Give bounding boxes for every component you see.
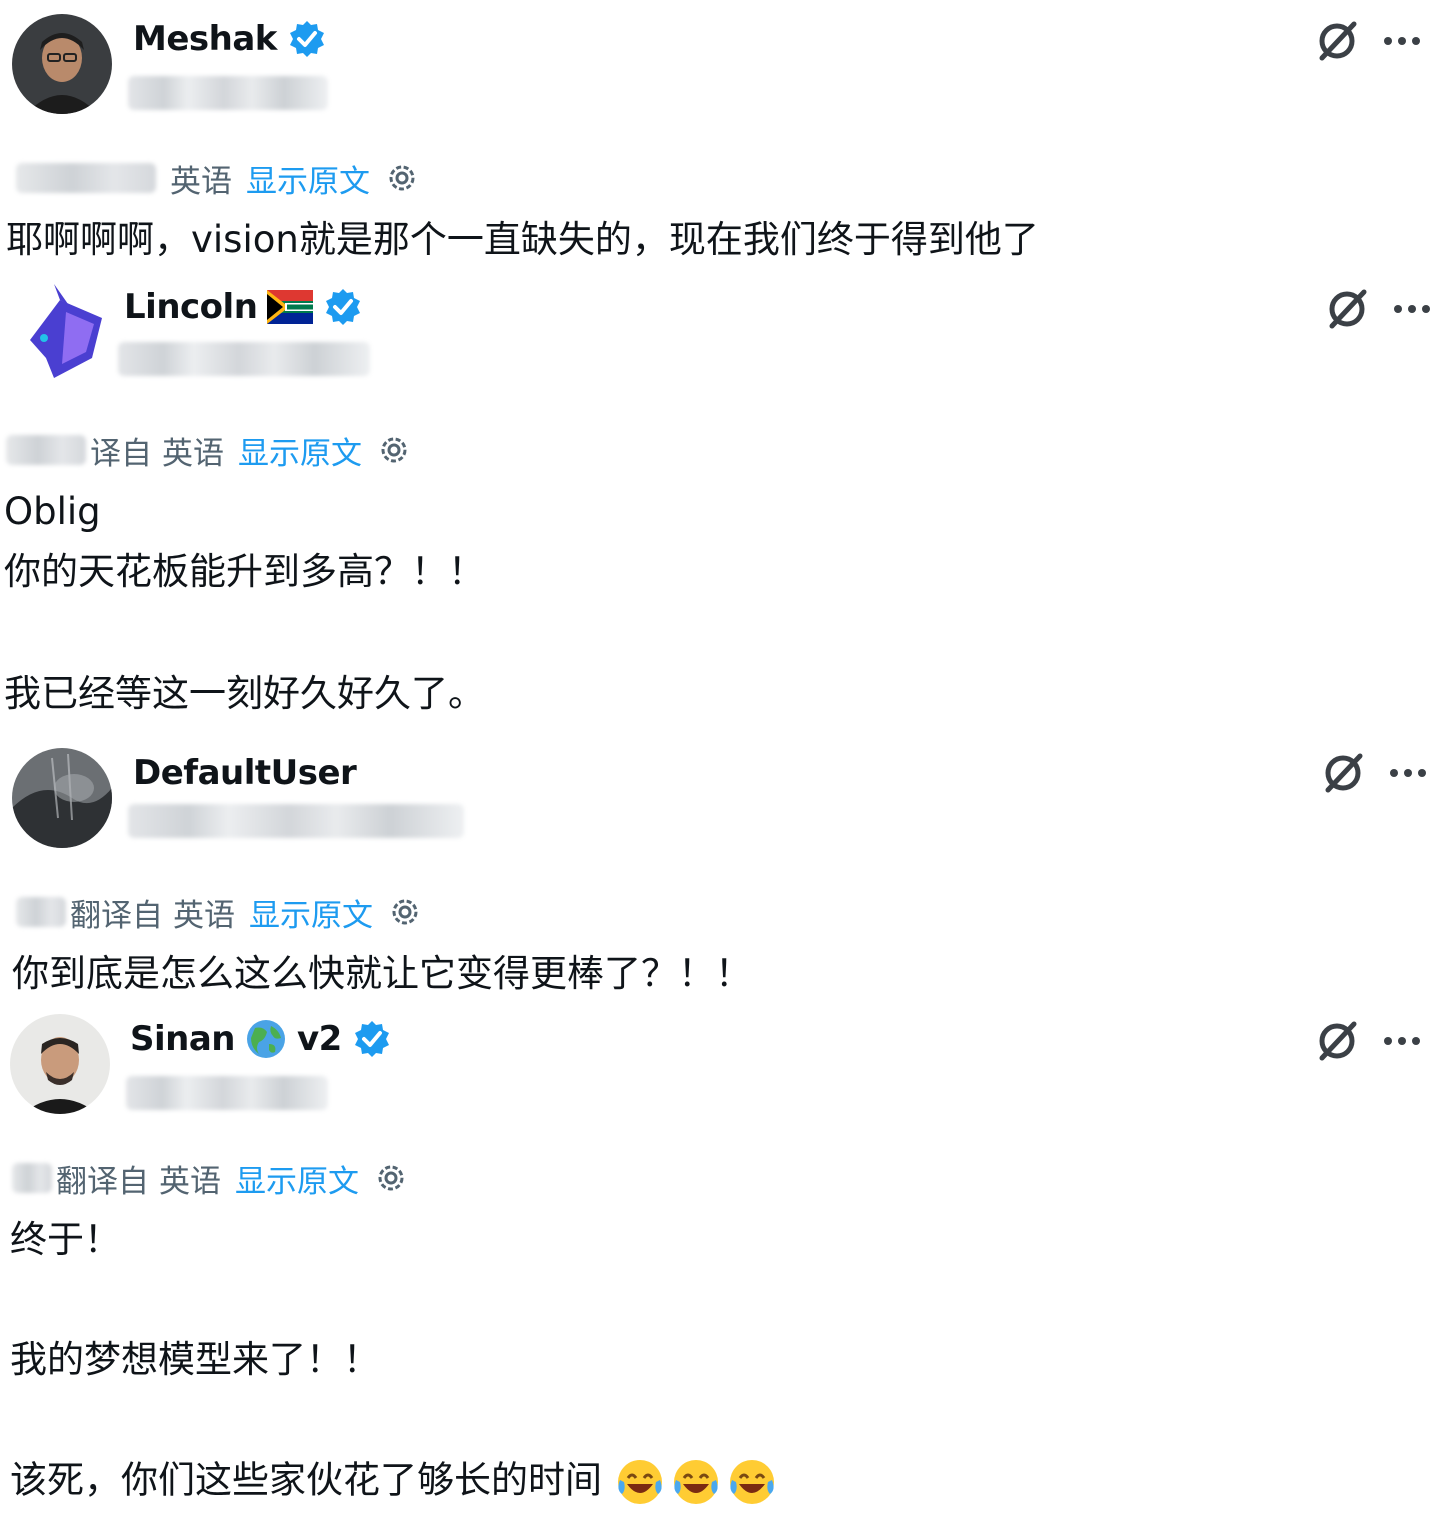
post-text: 你的天花板能升到多高？！！	[4, 550, 485, 593]
gear-icon[interactable]	[387, 894, 423, 930]
handle-redacted	[118, 342, 370, 376]
post-text: 耶啊啊啊，vision就是那个一直缺失的，现在我们终于得到他了	[6, 218, 1039, 261]
gear-icon[interactable]	[373, 1160, 409, 1196]
post-defaultuser: DefaultUser 翻译自 英语 显示原文 你到底是怎么这么快就让它变得更棒…	[0, 740, 1440, 1010]
handle-redacted	[126, 1076, 328, 1110]
redacted-text	[6, 435, 86, 465]
post-text: 我的梦想模型来了！！	[10, 1338, 380, 1381]
post-text: 该死，你们这些家伙花了够长的时间	[10, 1458, 602, 1502]
grok-icon[interactable]	[1324, 286, 1370, 332]
translation-prefix: 翻译自	[70, 897, 163, 934]
face-with-tears-of-joy-icon	[674, 1460, 718, 1504]
translation-prefix: 翻译自	[56, 1163, 149, 1200]
face-with-tears-of-joy-icon	[618, 1460, 662, 1504]
translation-bar: 翻译自 英语 显示原文	[16, 890, 423, 934]
post-text: 终于！	[10, 1218, 121, 1261]
post-lincoln: Lincoln 译自 英语 显示原文 Oblig 你的天花板能升到多高？！！ 我…	[0, 270, 1440, 730]
post-meshak: Meshak 英语 显示原文 耶啊啊啊，vision就是那个一直缺失的，现在我们…	[0, 0, 1440, 270]
post-text: Oblig	[4, 490, 101, 533]
display-name[interactable]: Meshak	[133, 19, 277, 59]
translation-bar: 译自 英语 显示原文	[6, 428, 412, 472]
display-name[interactable]: DefaultUser	[133, 753, 357, 793]
more-icon[interactable]	[1382, 35, 1422, 47]
verified-badge-icon	[289, 21, 324, 57]
globe-icon	[247, 1020, 285, 1058]
translation-bar: 英语 显示原文	[16, 156, 420, 200]
display-name-suffix[interactable]: v2	[297, 1019, 342, 1059]
translation-language: 英语	[159, 1163, 221, 1200]
verified-badge-icon	[326, 289, 361, 325]
gear-icon[interactable]	[376, 432, 412, 468]
gear-icon[interactable]	[384, 160, 420, 196]
more-icon[interactable]	[1388, 767, 1428, 779]
show-original-link[interactable]: 显示原文	[238, 428, 362, 473]
more-icon[interactable]	[1392, 303, 1432, 315]
translation-language: 英语	[162, 435, 224, 472]
translation-language: 英语	[170, 163, 232, 200]
more-icon[interactable]	[1382, 1035, 1422, 1047]
translation-bar: 翻译自 英语 显示原文	[12, 1156, 409, 1200]
translation-prefix: 译自	[90, 435, 152, 472]
avatar[interactable]	[12, 748, 112, 848]
avatar[interactable]	[20, 282, 110, 382]
avatar[interactable]	[12, 14, 112, 114]
face-with-tears-of-joy-icon	[730, 1460, 774, 1504]
handle-redacted	[128, 76, 328, 110]
grok-icon[interactable]	[1314, 1018, 1360, 1064]
show-original-link[interactable]: 显示原文	[249, 890, 373, 935]
translation-language: 英语	[173, 897, 235, 934]
south-africa-flag	[267, 290, 314, 324]
post-text: 我已经等这一刻好久好久了。	[4, 672, 485, 715]
post-text: 你到底是怎么这么快就让它变得更棒了？！！	[12, 952, 752, 995]
redacted-text	[12, 1163, 52, 1193]
grok-icon[interactable]	[1314, 18, 1360, 64]
redacted-text	[16, 163, 156, 193]
grok-icon[interactable]	[1320, 750, 1366, 796]
emoji-group	[614, 1456, 778, 1508]
show-original-link[interactable]: 显示原文	[235, 1156, 359, 1201]
redacted-text	[16, 897, 66, 927]
avatar[interactable]	[10, 1014, 110, 1114]
post-sinan: Sinan v2 翻译自 英语 显示原文 终于！ 我的梦想模型来了！！ 该死，你…	[0, 1010, 1440, 1524]
display-name[interactable]: Lincoln	[124, 287, 258, 327]
display-name[interactable]: Sinan	[130, 1019, 236, 1059]
verified-badge-icon	[354, 1021, 389, 1057]
post-text-last: 该死，你们这些家伙花了够长的时间	[10, 1456, 778, 1508]
handle-redacted	[128, 804, 464, 838]
show-original-link[interactable]: 显示原文	[246, 156, 370, 201]
